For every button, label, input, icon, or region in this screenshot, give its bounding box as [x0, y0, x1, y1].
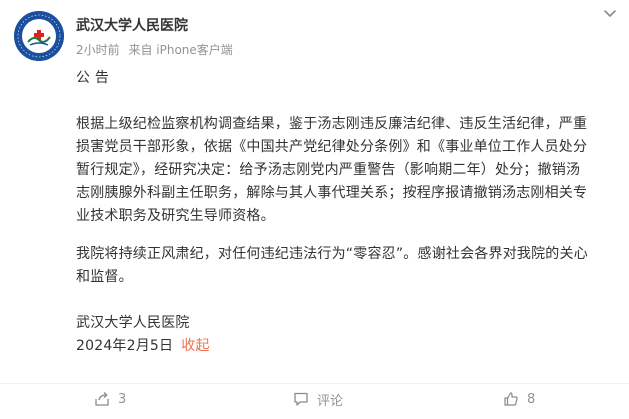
- post-time[interactable]: 2小时前: [76, 43, 120, 57]
- text-line: 业技术职务及研究生导师资格。: [76, 208, 275, 224]
- post-source: 来自 iPhone客户端: [128, 43, 233, 57]
- text-line: 志刚胰腺外科副主任职务，解除与其人事代理关系；按程序报请撤销汤志刚相关专: [76, 185, 588, 201]
- announcement-paragraph: 根据上级纪检监察机构调查结果，鉴于汤志刚违反廉洁纪律、违反生活纪律，严重 损害党…: [76, 113, 616, 228]
- text-line: 和监督。: [76, 269, 133, 285]
- comment-label: 评论: [317, 393, 344, 409]
- chevron-down-icon: [604, 10, 616, 17]
- date-line: 2024年2月5日 收起: [76, 335, 616, 358]
- divider: [0, 383, 629, 384]
- like-count: 8: [527, 391, 536, 407]
- text-line: 暂行规定》，经研究决定：给予汤志刚党内严重警告（影响期二年）处分；撤销汤: [76, 162, 581, 178]
- avatar[interactable]: [14, 11, 64, 61]
- text-line: 根据上级纪检监察机构调查结果，鉴于汤志刚违反廉洁纪律、违反生活纪律，严重: [76, 116, 588, 132]
- closing-paragraph: 我院将持续正风肃纪，对任何违纪违法行为“零容忍”。感谢社会各界对我院的关心 和监…: [76, 243, 616, 289]
- comment-icon: [294, 392, 308, 406]
- post-title: 公 告: [76, 70, 110, 86]
- hospital-logo: [14, 11, 64, 61]
- collapse-link[interactable]: 收起: [181, 338, 209, 354]
- post-meta: 2小时前 来自 iPhone客户端: [76, 41, 233, 58]
- user-name[interactable]: 武汉大学人民医院: [76, 15, 188, 35]
- more-options-button[interactable]: [600, 6, 620, 22]
- signature: 武汉大学人民医院: [76, 315, 190, 331]
- text-line: 损害党员干部形象，依据《中国共产党纪律处分条例》和《事业单位工作人员处分: [76, 139, 588, 155]
- post-content: 公 告 根据上级纪检监察机构调查结果，鉴于汤志刚违反廉洁纪律、违反生活纪律，严重…: [76, 67, 616, 358]
- like-icon: [504, 392, 518, 406]
- share-count: 3: [118, 391, 127, 407]
- post-date: 2024年2月5日: [76, 338, 174, 354]
- comment-button[interactable]: 评论: [293, 389, 343, 409]
- share-icon: [95, 392, 109, 406]
- text-line: 我院将持续正风肃纪，对任何违纪违法行为“零容忍”。感谢社会各界对我院的关心: [76, 246, 588, 262]
- like-button[interactable]: 8: [503, 389, 535, 409]
- share-button[interactable]: 3: [94, 389, 126, 409]
